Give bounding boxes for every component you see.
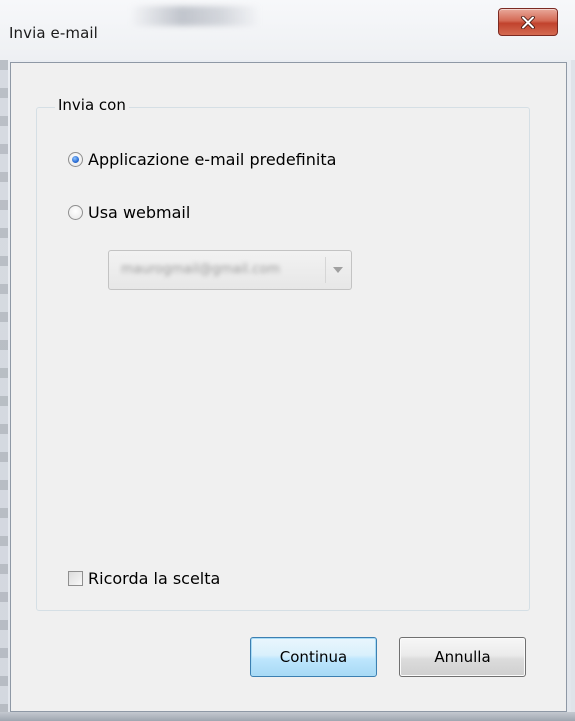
use-webmail-option[interactable]: Usa webmail	[68, 201, 190, 223]
close-button[interactable]	[498, 8, 558, 36]
remember-choice-option[interactable]: Ricorda la scelta	[68, 567, 220, 589]
close-icon	[521, 15, 535, 29]
title-bar-obscured-area	[130, 6, 260, 26]
send-with-group-label: Invia con	[55, 96, 129, 114]
remember-choice-label[interactable]: Ricorda la scelta	[88, 569, 220, 588]
send-with-groupbox	[36, 107, 530, 611]
use-webmail-label[interactable]: Usa webmail	[88, 203, 190, 222]
dialog-window: Invia e-mail Invia con Applicazione e-ma…	[0, 0, 575, 721]
dropdown-arrow-icon[interactable]	[333, 267, 343, 273]
webmail-account-select[interactable]: maurogmail@gmail.com	[108, 250, 352, 290]
default-email-app-option[interactable]: Applicazione e-mail predefinita	[68, 148, 336, 170]
window-edge-left	[0, 60, 8, 721]
title-bar[interactable]: Invia e-mail	[0, 0, 575, 60]
cancel-button[interactable]: Annulla	[399, 637, 526, 677]
select-divider	[325, 257, 326, 283]
remember-choice-checkbox[interactable]	[68, 570, 83, 586]
webmail-account-value: maurogmail@gmail.com	[121, 262, 280, 277]
window-edge-right	[571, 60, 575, 721]
window-title: Invia e-mail	[9, 24, 98, 42]
use-webmail-radio[interactable]	[68, 204, 83, 220]
default-email-app-radio[interactable]	[68, 151, 83, 167]
continue-button[interactable]: Continua	[250, 637, 377, 677]
default-email-app-label[interactable]: Applicazione e-mail predefinita	[88, 150, 336, 169]
window-bottom-edge	[0, 712, 575, 721]
